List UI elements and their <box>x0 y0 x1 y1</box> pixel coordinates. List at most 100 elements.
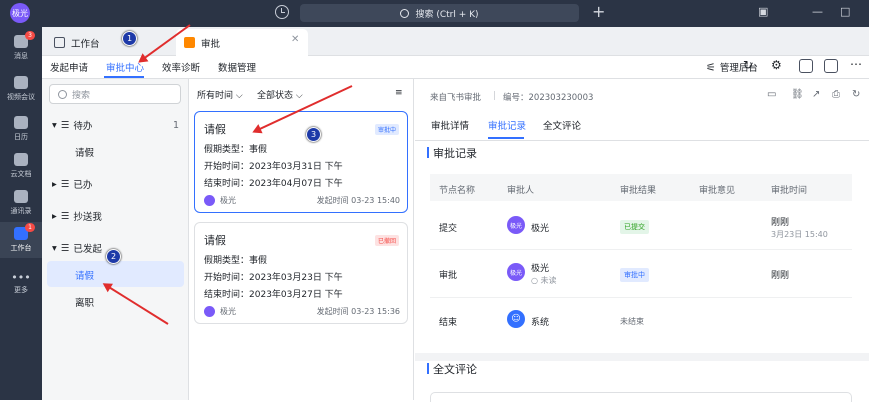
comment-icon[interactable]: ▭ <box>767 89 776 100</box>
maximize-icon[interactable]: □ <box>840 5 850 18</box>
tree-item-leave-initiated[interactable]: 请假 <box>75 268 94 282</box>
node-name: 结束 <box>439 318 458 328</box>
new-tab-icon[interactable]: + <box>592 2 605 22</box>
sidebar-item-contacts[interactable]: 通讯录 <box>0 185 42 221</box>
tab-detail[interactable]: 审批详情 <box>431 118 469 132</box>
status-filter[interactable]: 全部状态 ⌵ <box>257 88 303 101</box>
robot-icon[interactable] <box>799 59 813 73</box>
card-line: 假期类型：事假 <box>204 253 267 266</box>
tab-approval[interactable]: 审批 <box>176 29 308 56</box>
node-name: 提交 <box>439 224 458 234</box>
history-icon[interactable] <box>275 5 289 19</box>
avatar <box>204 195 215 206</box>
sidebar-item-calendar[interactable]: 日历 <box>0 111 42 147</box>
card-line-value: 2023年03月31日 下午 <box>249 162 343 172</box>
sidebar-item-messages[interactable]: 3 消息 <box>0 30 42 66</box>
tree-item-resign[interactable]: 离职 <box>75 295 94 309</box>
group-label: 抄送我 <box>73 212 102 223</box>
group-cc[interactable]: ▸ ☰ 抄送我 <box>52 209 102 224</box>
approval-time: 刚刚 <box>771 271 790 281</box>
status-badge: 审批中 <box>620 268 649 282</box>
more-icon[interactable]: ⋯ <box>850 57 862 71</box>
divider <box>430 297 852 298</box>
minimize-icon[interactable]: — <box>812 5 823 18</box>
request-card[interactable]: 请假 审批中 假期类型：事假 开始时间：2023年03月31日 下午 结束时间：… <box>194 111 408 213</box>
new-window-icon[interactable] <box>824 59 838 73</box>
card-line-label: 开始时间： <box>204 162 250 172</box>
approval-time-detail: 3月23日 15:40 <box>771 230 828 239</box>
share-icon[interactable]: ↗ <box>812 89 820 100</box>
group-initiated[interactable]: ▾ ☰ 已发起 <box>52 241 102 256</box>
workplace-icon: 1 <box>14 223 35 240</box>
annotation-number: 3 <box>306 127 321 142</box>
sidebar-item-video[interactable]: 视频会议 <box>0 71 42 107</box>
tree-search-placeholder: 搜索 <box>72 90 91 101</box>
nav-new-request[interactable]: 发起申请 <box>50 60 88 74</box>
approval-tree: 搜索 ▾ ☰ 待办 1 请假 ▸ ☰ 已办 ▸ ☰ 抄送我 ▾ ☰ 已发起 请假 离职 <box>42 79 189 400</box>
tree-search-input[interactable]: 搜索 <box>49 84 181 104</box>
sort-icon[interactable]: ≡ <box>395 88 403 98</box>
close-icon[interactable]: ✕ <box>291 34 299 45</box>
more-icon: ••• <box>11 271 31 284</box>
tab-label: 审批 <box>201 38 221 50</box>
search-icon <box>58 89 67 99</box>
initiated-icon: ☰ <box>60 242 70 254</box>
card-line-label: 结束时间： <box>204 290 250 300</box>
avatar: 极光 <box>507 263 525 281</box>
user-avatar[interactable]: 极光 <box>10 3 30 23</box>
avatar <box>204 306 215 317</box>
card-line-value: 2023年04月07日 下午 <box>249 179 343 189</box>
sidebar-item-docs[interactable]: 云文档 <box>0 148 42 184</box>
group-label: 已办 <box>73 180 93 191</box>
nav-efficiency[interactable]: 效率诊断 <box>162 60 200 74</box>
approver-name[interactable]: 极光 <box>531 221 549 234</box>
group-done[interactable]: ▸ ☰ 已办 <box>52 177 93 192</box>
nav-active-indicator <box>104 76 144 78</box>
contacts-icon <box>14 190 28 203</box>
approver-name[interactable]: 极光 <box>531 261 549 274</box>
tab-record[interactable]: 审批记录 <box>488 118 526 132</box>
refresh-icon[interactable]: ↻ <box>743 58 753 72</box>
request-card[interactable]: 请假 已撤回 假期类型：事假 开始时间：2023年03月23日 下午 结束时间：… <box>194 222 408 324</box>
card-line-value: 事假 <box>249 145 268 155</box>
time-filter[interactable]: 所有时间 ⌵ <box>197 88 243 101</box>
tab-workplace[interactable]: 工作台 <box>46 29 108 56</box>
sidebar-label: 工作台 <box>10 244 32 252</box>
source-text: 来自飞书审批 <box>430 93 482 103</box>
caret-right-icon: ▸ <box>52 178 57 190</box>
link-icon[interactable]: ⛓ <box>791 89 804 100</box>
time-filter-label: 所有时间 <box>197 91 234 101</box>
section-title: 审批记录 <box>427 147 477 160</box>
gear-icon[interactable]: ⚙ <box>771 58 782 72</box>
refresh-icon[interactable]: ↻ <box>852 89 860 100</box>
todo-icon: ☰ <box>60 119 70 131</box>
card-initiator: 极光 <box>220 196 236 205</box>
screen-icon[interactable]: ▣ <box>758 5 768 18</box>
status-badge: 已撤回 <box>374 235 399 246</box>
print-icon[interactable]: ⎙ <box>832 89 840 100</box>
top-nav: 发起申请 审批中心 效率诊断 数据管理 ⚟ 管理后台 ↻ ⚙ ⋯ <box>42 56 869 79</box>
column-header: 审批时间 <box>771 186 808 196</box>
card-line-value: 事假 <box>249 256 268 266</box>
group-count: 1 <box>173 119 180 131</box>
avatar: 极光 <box>507 216 525 234</box>
system-avatar: ☺ <box>507 310 525 328</box>
sidebar-item-workplace[interactable]: 1 工作台 <box>0 222 42 258</box>
grid-icon <box>54 37 65 48</box>
card-line-value: 2023年03月23日 下午 <box>249 273 343 283</box>
column-header: 审批意见 <box>699 186 736 196</box>
robot-icon: ☺ <box>511 314 521 324</box>
sidebar-label: 通讯录 <box>10 207 32 215</box>
group-todo[interactable]: ▾ ☰ 待办 1 <box>52 118 179 133</box>
nav-data-management[interactable]: 数据管理 <box>218 60 256 74</box>
caret-down-icon: ▾ <box>52 119 57 131</box>
tab-comments[interactable]: 全文评论 <box>543 118 581 132</box>
settings-sliders-icon: ⚟ <box>706 60 716 74</box>
card-time: 发起时间 03-23 15:40 <box>316 196 400 205</box>
global-search[interactable]: 搜索 (Ctrl + K) <box>300 4 579 22</box>
comment-box[interactable] <box>430 392 852 402</box>
annotation-number: 2 <box>106 249 121 264</box>
search-icon <box>400 8 410 18</box>
tree-item-leave-todo[interactable]: 请假 <box>75 145 94 159</box>
sidebar-item-more[interactable]: ••• 更多 <box>0 265 42 301</box>
